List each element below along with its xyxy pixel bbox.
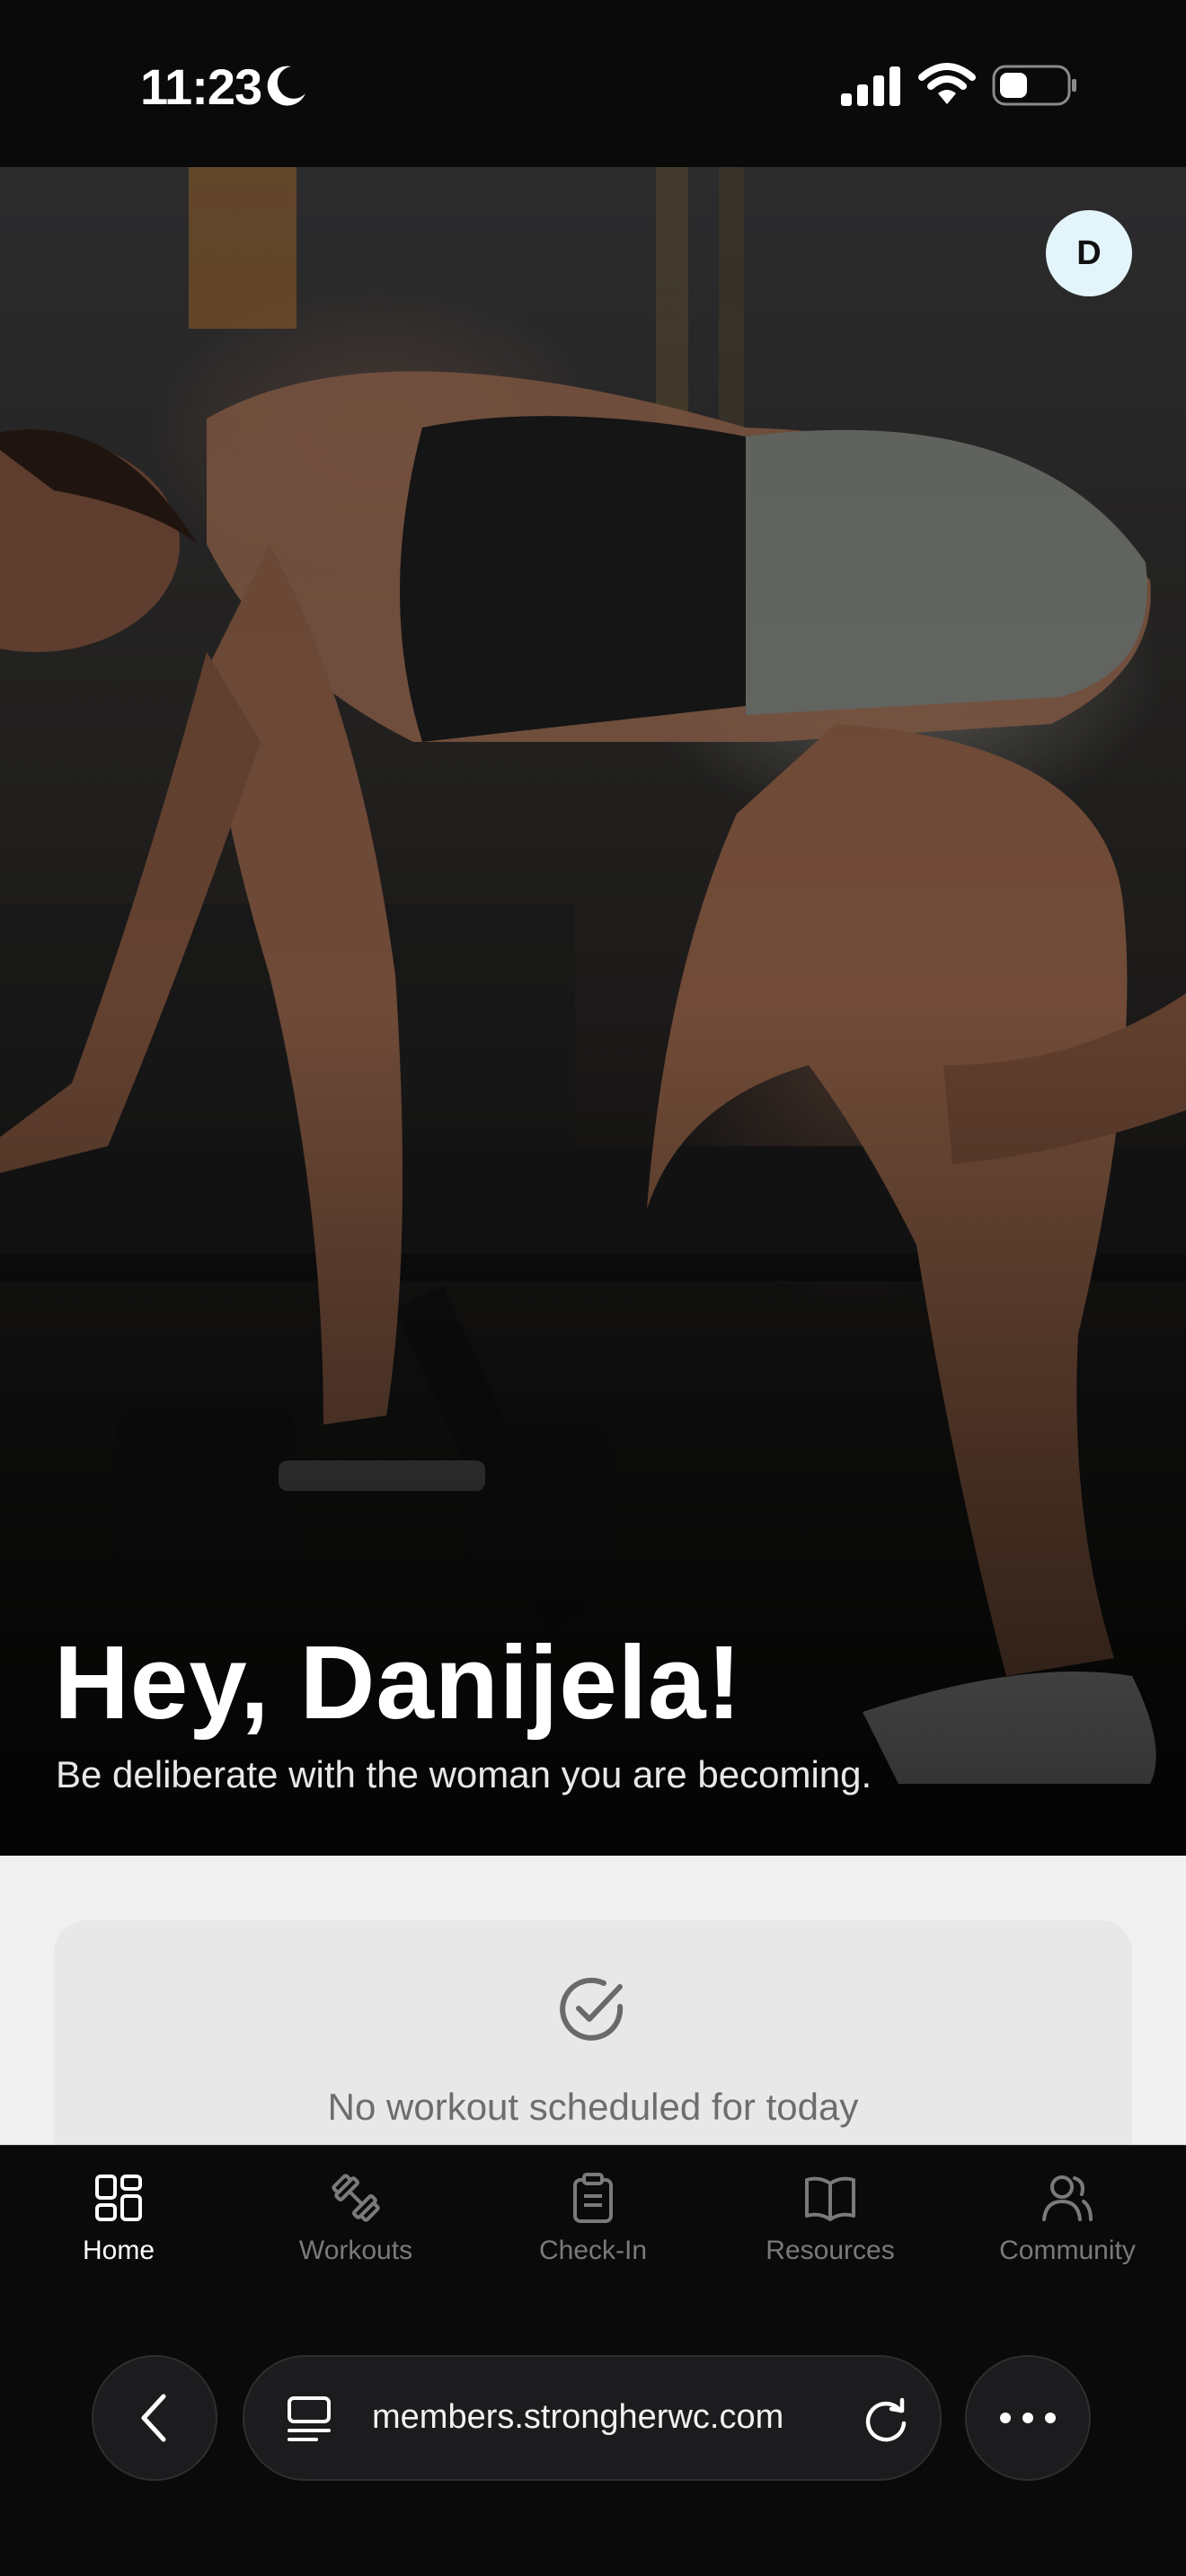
clipboard-icon [573, 2173, 613, 2223]
reload-icon[interactable] [861, 2395, 911, 2445]
tab-workouts-label: Workouts [298, 2236, 413, 2265]
grid-icon [95, 2175, 142, 2221]
tab-workouts[interactable]: Workouts [237, 2173, 474, 2307]
no-workout-message: No workout scheduled for today [327, 2086, 859, 2128]
tab-resources[interactable]: Resources [712, 2173, 949, 2307]
avatar-initial: D [1076, 234, 1102, 272]
more-button[interactable] [965, 2355, 1091, 2481]
wifi-icon [918, 63, 976, 104]
bottom-tab-bar: Home Workouts Check-In Resources Communi… [0, 2145, 1186, 2325]
tabs-icon[interactable] [286, 2395, 332, 2445]
url-text[interactable]: members.strongherwc.com [372, 2398, 783, 2437]
tab-check-in[interactable]: Check-In [474, 2173, 712, 2307]
battery-icon [992, 65, 1076, 106]
back-icon [141, 2394, 166, 2442]
dumbbell-icon [332, 2174, 380, 2222]
tab-home[interactable]: Home [0, 2173, 237, 2307]
check-circle-icon [560, 1977, 624, 2041]
users-icon [1042, 2175, 1093, 2221]
tab-check-in-label: Check-In [538, 2236, 648, 2265]
browser-toolbar: members.strongherwc.com [0, 2325, 1186, 2576]
tab-community[interactable]: Community [949, 2173, 1186, 2307]
moon-icon [267, 66, 305, 106]
status-time: 11:23 [140, 58, 262, 115]
profile-avatar[interactable]: D [1046, 210, 1132, 296]
cellular-signal-icon [841, 66, 900, 106]
today-workout-card: No workout scheduled for today [54, 1920, 1132, 2145]
book-icon [805, 2176, 855, 2221]
greeting-subtitle: Be deliberate with the woman you are bec… [56, 1753, 872, 1795]
hero-photo [0, 167, 1186, 1856]
hero-banner: D Hey, Danijela! Be deliberate with the … [0, 167, 1186, 1856]
status-bar: 11:23 [0, 0, 1186, 167]
more-icon [1000, 2413, 1056, 2423]
tab-resources-label: Resources [766, 2236, 895, 2265]
back-button[interactable] [92, 2355, 217, 2481]
tab-home-label: Home [82, 2236, 155, 2265]
tab-community-label: Community [999, 2236, 1136, 2265]
main-content: No workout scheduled for today [0, 1856, 1186, 2145]
greeting-heading: Hey, Danijela! [54, 1624, 743, 1741]
address-bar[interactable]: members.strongherwc.com [243, 2355, 942, 2481]
